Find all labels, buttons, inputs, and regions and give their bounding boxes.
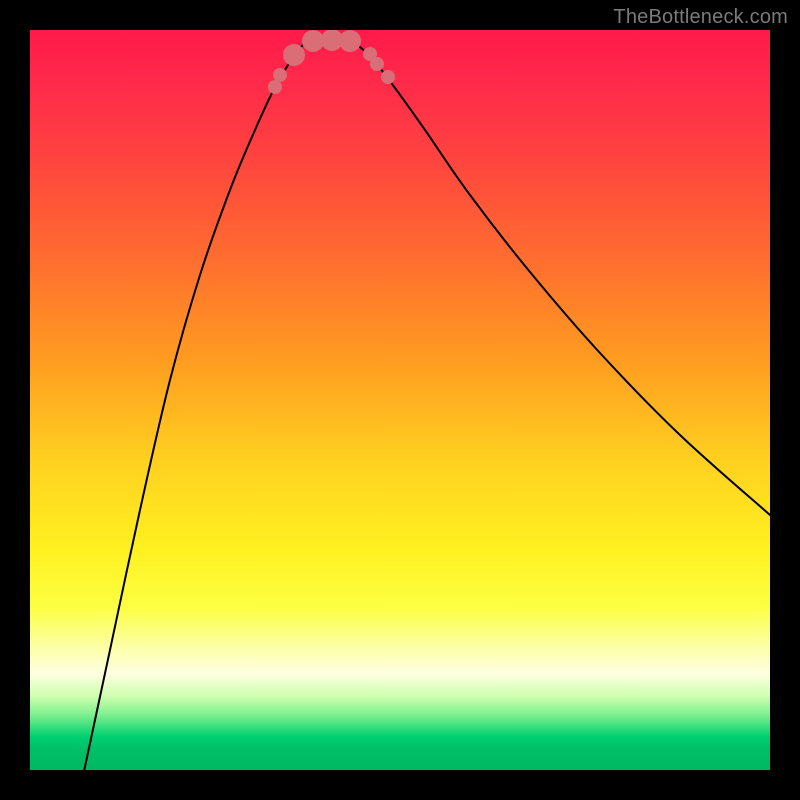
- curve-marker: [339, 30, 361, 52]
- curve-marker: [381, 70, 395, 84]
- curve-marker: [273, 68, 287, 82]
- curve-marker: [268, 80, 282, 94]
- curve-right: [348, 40, 770, 515]
- chart-frame: [30, 30, 770, 770]
- curve-markers: [268, 30, 395, 94]
- bottleneck-curve-svg: [30, 30, 770, 770]
- curve-marker: [283, 44, 305, 66]
- watermark-text: TheBottleneck.com: [613, 6, 788, 29]
- curve-marker: [370, 57, 384, 71]
- curve-marker: [302, 30, 324, 52]
- curve-left: [80, 40, 315, 770]
- curve-group: [80, 40, 770, 770]
